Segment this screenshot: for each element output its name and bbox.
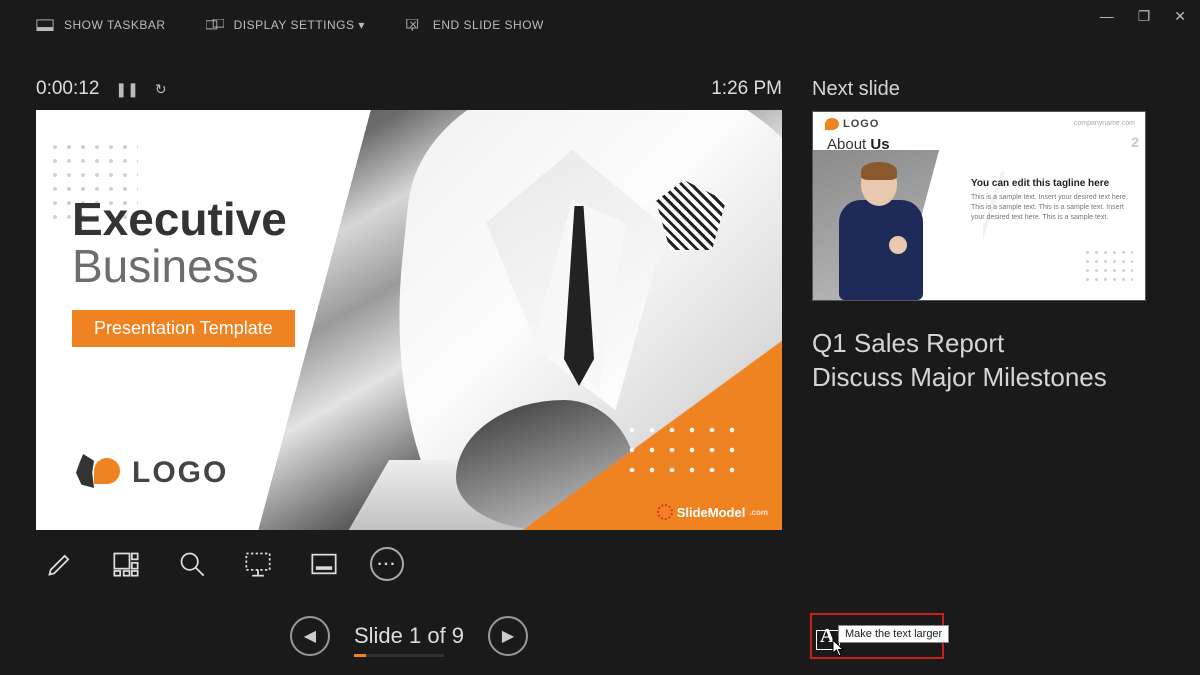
thumb-tag-body: This is a sample text. Insert your desir… xyxy=(971,193,1135,222)
thumb-company: companyname.com xyxy=(1074,120,1135,127)
pen-tool-button[interactable] xyxy=(40,544,80,584)
next-slide-thumbnail[interactable]: LOGO companyname.com About Us 2 You can … xyxy=(812,111,1146,301)
speaker-notes: Q1 Sales Report Discuss Major Milestones xyxy=(812,327,1164,395)
notes-line: Q1 Sales Report xyxy=(812,327,1164,361)
thumb-slide-number: 2 xyxy=(1131,134,1139,150)
end-slideshow-button[interactable]: END SLIDE SHOW xyxy=(405,18,544,32)
thumb-logo: LOGO xyxy=(825,118,879,130)
notes-line: Discuss Major Milestones xyxy=(812,361,1164,395)
see-all-slides-button[interactable] xyxy=(106,544,146,584)
logo-mark-icon xyxy=(76,454,120,492)
black-screen-button[interactable] xyxy=(238,544,278,584)
watermark-suffix: .com xyxy=(749,508,768,517)
progress-bar xyxy=(354,654,444,657)
dot-pattern-icon xyxy=(622,420,742,480)
elapsed-time: 0:00:12 xyxy=(36,78,99,100)
ellipsis-icon: ... xyxy=(377,552,396,570)
display-settings-label: DISPLAY SETTINGS ▾ xyxy=(234,18,365,32)
slide-title-block: Executive Business xyxy=(72,196,287,290)
subtitles-button[interactable] xyxy=(304,544,344,584)
current-slide-preview[interactable]: Executive Business Presentation Template… xyxy=(36,110,782,530)
thumb-tag-heading: You can edit this tagline here xyxy=(971,178,1135,189)
reset-timer-button[interactable]: ↻ xyxy=(155,81,167,98)
watermark-text: SlideModel xyxy=(677,505,746,520)
timer-row: 0:00:12 ❚❚ ↻ 1:26 PM xyxy=(36,78,782,100)
minimize-button[interactable]: — xyxy=(1100,8,1114,25)
slide-title-line1: Executive xyxy=(72,196,287,243)
prev-slide-button[interactable]: ◀ xyxy=(290,616,330,656)
logo-mark-icon xyxy=(825,118,839,130)
close-button[interactable]: ✕ xyxy=(1174,8,1186,25)
zoom-button[interactable] xyxy=(172,544,212,584)
thumb-tagline: You can edit this tagline here This is a… xyxy=(971,178,1135,222)
show-taskbar-label: SHOW TASKBAR xyxy=(64,18,166,32)
slide-logo: LOGO xyxy=(76,454,228,492)
display-settings-button[interactable]: DISPLAY SETTINGS ▾ xyxy=(206,18,365,32)
next-slide-heading: Next slide xyxy=(812,78,1164,101)
taskbar-icon xyxy=(36,18,54,32)
slide-nav: ◀ Slide 1 of 9 ▶ xyxy=(36,616,782,656)
watermark-ring-icon xyxy=(657,504,673,520)
thumb-person xyxy=(831,160,931,300)
text-size-controls: A A Make the text larger xyxy=(810,613,944,659)
next-slide-button[interactable]: ▶ xyxy=(488,616,528,656)
display-settings-icon xyxy=(206,18,224,32)
presenter-toolbar: SHOW TASKBAR DISPLAY SETTINGS ▾ END SLID… xyxy=(0,0,1200,50)
slide-counter-text: Slide 1 of 9 xyxy=(354,623,464,648)
slide-tools: ... xyxy=(36,530,782,598)
dot-pattern-icon xyxy=(1083,248,1133,284)
end-slideshow-label: END SLIDE SHOW xyxy=(433,18,544,32)
current-time: 1:26 PM xyxy=(711,78,782,100)
end-slideshow-icon xyxy=(405,18,423,32)
thumb-logo-text: LOGO xyxy=(843,118,879,130)
cursor-icon xyxy=(832,639,846,657)
slide-title-line2: Business xyxy=(72,243,287,290)
restore-button[interactable]: ❐ xyxy=(1138,8,1151,25)
slide-tagline: Presentation Template xyxy=(72,310,295,347)
more-options-button[interactable]: ... xyxy=(370,547,404,581)
pause-timer-button[interactable]: ❚❚ xyxy=(115,81,138,98)
watermark: SlideModel.com xyxy=(657,504,768,520)
slide-counter: Slide 1 of 9 xyxy=(354,623,464,649)
window-controls: — ❐ ✕ xyxy=(1100,8,1186,25)
tooltip: Make the text larger xyxy=(838,625,949,643)
logo-text: LOGO xyxy=(132,456,228,490)
show-taskbar-button[interactable]: SHOW TASKBAR xyxy=(36,18,166,32)
